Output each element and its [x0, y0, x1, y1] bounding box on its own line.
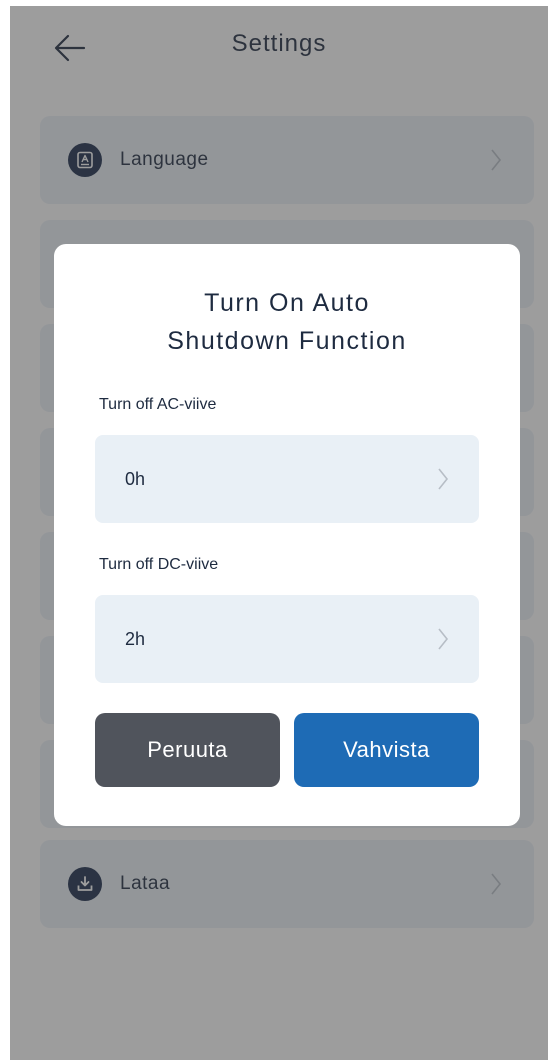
- confirm-button[interactable]: Vahvista: [294, 713, 479, 787]
- dc-delay-value: 2h: [125, 628, 146, 649]
- ac-delay-select[interactable]: 0h: [95, 435, 479, 523]
- dialog-title-line-2: Shutdown Function: [167, 327, 407, 355]
- dialog-title-line-1: Turn On Auto: [204, 289, 370, 317]
- chevron-right-icon: [437, 627, 449, 651]
- ac-delay-value: 0h: [125, 468, 146, 489]
- dc-delay-select[interactable]: 2h: [95, 595, 479, 683]
- chevron-right-icon: [437, 467, 449, 491]
- ac-delay-label: Turn off AC-viive: [99, 396, 217, 413]
- dc-delay-label: Turn off DC-viive: [99, 556, 219, 573]
- auto-shutdown-dialog: Turn On Auto Shutdown Function Turn off …: [54, 244, 520, 826]
- settings-screen: Settings Language Lataa: [10, 6, 548, 1060]
- dialog-title: Turn On Auto Shutdown Function: [54, 284, 520, 360]
- cancel-button[interactable]: Peruuta: [95, 713, 280, 787]
